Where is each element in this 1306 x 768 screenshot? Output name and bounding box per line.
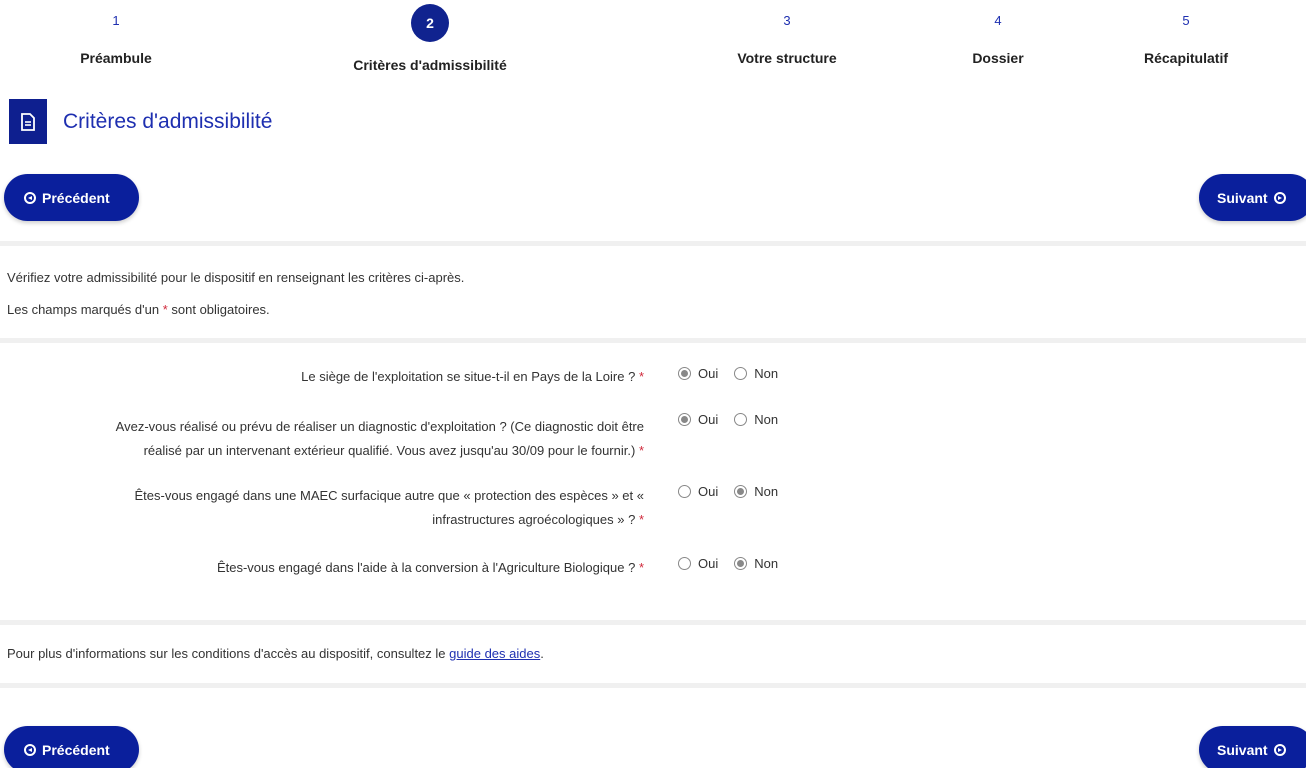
question-options: Oui Non [678,556,794,571]
step-label: Votre structure [737,50,837,66]
radio-label: Non [754,412,779,427]
radio-label: Oui [698,366,719,381]
step-4[interactable]: 4 Dossier [898,0,1098,66]
step-number: 4 [994,13,1002,28]
guide-link[interactable]: guide des aides [449,646,540,661]
radio-label: Non [754,484,779,499]
radio-label: Oui [698,412,719,427]
info-text-after: . [540,646,544,661]
stepper: 1 Préambule 2 Critères d'admissibilité 3… [0,0,1306,82]
section-header: Critères d'admissibilité [9,99,272,144]
previous-button-label: Précédent [42,189,110,206]
radio-oui[interactable] [678,367,691,380]
radio-label: Oui [698,556,719,571]
question-label: Êtes-vous engagé dans l'aide à la conver… [217,556,644,580]
question-options: Oui Non [678,412,794,427]
intro-text: Vérifiez votre admissibilité pour le dis… [7,270,465,285]
step-3[interactable]: 3 Votre structure [687,0,887,66]
required-marker: * [162,302,168,317]
next-button[interactable]: Suivant [1199,726,1306,768]
divider [0,620,1306,625]
page: 1 Préambule 2 Critères d'admissibilité 3… [0,0,1306,768]
radio-label: Oui [698,484,719,499]
required-marker: * [638,369,644,384]
previous-button-label: Précédent [42,741,110,758]
divider [0,683,1306,688]
step-number: 2 [411,4,449,42]
question-label: Êtes-vous engagé dans une MAEC surfaciqu… [135,484,645,532]
required-marker: * [638,560,644,575]
next-button[interactable]: Suivant [1199,174,1306,221]
info-text-before: Pour plus d'informations sur les conditi… [7,646,446,661]
step-label: Préambule [80,50,152,66]
question-options: Oui Non [678,366,794,381]
arrow-left-circle-icon [24,743,36,756]
question-label: Le siège de l'exploitation se situe-t-il… [301,365,644,389]
radio-non[interactable] [734,367,748,380]
radio-oui[interactable] [678,413,691,426]
question-text: infrastructures agroécologiques » ? [432,512,636,527]
arrow-right-circle-icon [1273,743,1286,756]
step-1[interactable]: 1 Préambule [16,0,216,66]
step-2[interactable]: 2 Critères d'admissibilité [330,0,530,73]
required-marker: * [638,443,644,458]
radio-label: Non [754,556,779,571]
next-button-label: Suivant [1217,189,1268,206]
step-label: Critères d'admissibilité [353,57,507,73]
required-note-after: sont obligatoires. [171,302,270,317]
step-label: Récapitulatif [1143,50,1228,66]
divider [0,338,1306,343]
step-number: 1 [112,13,120,28]
page-title: Critères d'admissibilité [63,109,273,133]
question-text: réalisé par un intervenant extérieur qua… [143,443,636,458]
radio-oui[interactable] [678,485,691,498]
document-icon [9,99,47,144]
step-number: 5 [1182,13,1190,28]
question-label: Avez-vous réalisé ou prévu de réaliser u… [116,415,644,463]
previous-button[interactable]: Précédent [4,174,139,221]
required-note-before: Les champs marqués d'un [7,302,160,317]
required-marker: * [638,512,644,527]
next-button-label: Suivant [1217,741,1268,758]
radio-non[interactable] [734,485,748,498]
divider [0,241,1306,246]
question-text: Avez-vous réalisé ou prévu de réaliser u… [115,419,644,434]
radio-label: Non [754,366,779,381]
info-text: Pour plus d'informations sur les conditi… [7,646,544,661]
previous-button[interactable]: Précédent [4,726,139,768]
step-number: 3 [783,13,791,28]
question-text: Êtes-vous engagé dans une MAEC surfaciqu… [134,488,645,503]
radio-oui[interactable] [678,557,691,570]
arrow-left-circle-icon [24,191,36,204]
question-options: Oui Non [678,484,794,499]
step-5[interactable]: 5 Récapitulatif [1086,0,1286,66]
question-text: Le siège de l'exploitation se situe-t-il… [301,369,636,384]
radio-non[interactable] [734,557,748,570]
required-note: Les champs marqués d'un * sont obligatoi… [7,302,270,317]
radio-non[interactable] [734,413,748,426]
arrow-right-circle-icon [1273,191,1286,204]
step-label: Dossier [972,50,1024,66]
question-text: Êtes-vous engagé dans l'aide à la conver… [216,560,636,575]
